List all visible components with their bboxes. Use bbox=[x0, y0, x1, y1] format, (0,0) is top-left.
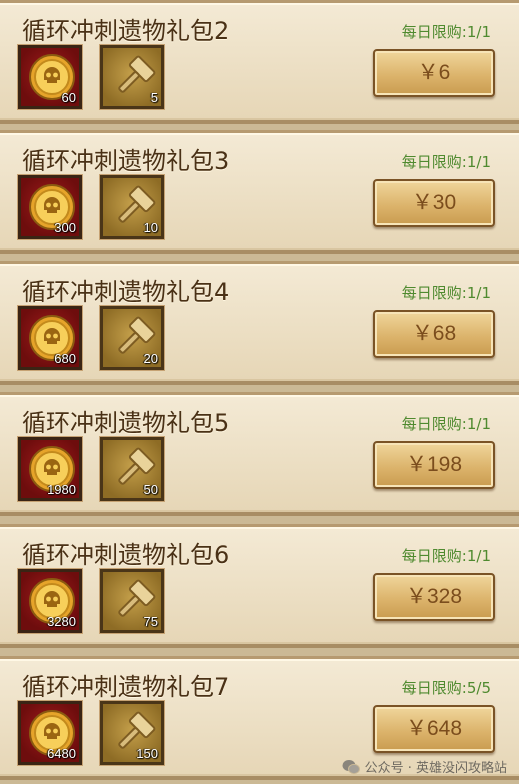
daily-limit-label: 每日限购:1/1 bbox=[401, 284, 491, 302]
buy-button[interactable]: ￥68 bbox=[373, 310, 495, 358]
hammer-item-slot[interactable]: 20 bbox=[100, 306, 164, 370]
item-quantity: 680 bbox=[54, 351, 76, 366]
item-quantity: 5 bbox=[150, 90, 158, 105]
coin-item-slot[interactable]: 300 bbox=[18, 175, 82, 239]
item-quantity: 50 bbox=[143, 482, 158, 497]
gift-pack-card: 循环冲刺遗物礼包3 每日限购:1/1 300 10 ￥30 bbox=[0, 130, 519, 254]
wechat-icon bbox=[342, 759, 360, 775]
item-quantity: 10 bbox=[143, 220, 158, 235]
coin-item-slot[interactable]: 680 bbox=[18, 306, 82, 370]
coin-item-slot[interactable]: 60 bbox=[18, 45, 82, 109]
buy-button[interactable]: ￥328 bbox=[373, 573, 495, 621]
watermark: 公众号 · 英雄没闪攻略站 bbox=[342, 757, 507, 776]
hammer-item-slot[interactable]: 150 bbox=[100, 701, 164, 765]
gift-pack-list: 循环冲刺遗物礼包2 每日限购:1/1 60 5 ￥6 循环冲刺遗物礼包3 每日限… bbox=[0, 0, 519, 784]
coin-item-slot[interactable]: 6480 bbox=[18, 701, 82, 765]
buy-button[interactable]: ￥198 bbox=[373, 441, 495, 489]
hammer-item-slot[interactable]: 75 bbox=[100, 569, 164, 633]
hammer-item-slot[interactable]: 5 bbox=[100, 45, 164, 109]
item-quantity: 300 bbox=[54, 220, 76, 235]
pack-title: 循环冲刺遗物礼包6 bbox=[22, 541, 230, 569]
pack-title: 循环冲刺遗物礼包2 bbox=[22, 17, 230, 45]
item-quantity: 1980 bbox=[47, 482, 76, 497]
gift-pack-card: 循环冲刺遗物礼包4 每日限购:1/1 680 20 ￥68 bbox=[0, 261, 519, 385]
daily-limit-label: 每日限购:1/1 bbox=[401, 23, 491, 41]
daily-limit-label: 每日限购:5/5 bbox=[401, 679, 491, 697]
pack-title: 循环冲刺遗物礼包7 bbox=[22, 673, 230, 701]
buy-button[interactable]: ￥6 bbox=[373, 49, 495, 97]
pack-title: 循环冲刺遗物礼包3 bbox=[22, 147, 230, 175]
item-quantity: 3280 bbox=[47, 614, 76, 629]
daily-limit-label: 每日限购:1/1 bbox=[401, 547, 491, 565]
daily-limit-label: 每日限购:1/1 bbox=[401, 153, 491, 171]
coin-item-slot[interactable]: 1980 bbox=[18, 437, 82, 501]
item-quantity: 75 bbox=[143, 614, 158, 629]
watermark-text: 公众号 · 英雄没闪攻略站 bbox=[364, 761, 507, 776]
hammer-item-slot[interactable]: 50 bbox=[100, 437, 164, 501]
item-quantity: 20 bbox=[143, 351, 158, 366]
hammer-item-slot[interactable]: 10 bbox=[100, 175, 164, 239]
item-quantity: 6480 bbox=[47, 746, 76, 761]
buy-button[interactable]: ￥648 bbox=[373, 705, 495, 753]
item-quantity: 60 bbox=[61, 90, 76, 105]
gift-pack-card: 循环冲刺遗物礼包2 每日限购:1/1 60 5 ￥6 bbox=[0, 0, 519, 124]
coin-item-slot[interactable]: 3280 bbox=[18, 569, 82, 633]
pack-title: 循环冲刺遗物礼包4 bbox=[22, 278, 230, 306]
item-quantity: 150 bbox=[136, 746, 158, 761]
buy-button[interactable]: ￥30 bbox=[373, 179, 495, 227]
gift-pack-card: 循环冲刺遗物礼包5 每日限购:1/1 1980 50 ￥198 bbox=[0, 392, 519, 516]
daily-limit-label: 每日限购:1/1 bbox=[401, 415, 491, 433]
pack-title: 循环冲刺遗物礼包5 bbox=[22, 409, 230, 437]
gift-pack-card: 循环冲刺遗物礼包6 每日限购:1/1 3280 75 ￥328 bbox=[0, 524, 519, 648]
